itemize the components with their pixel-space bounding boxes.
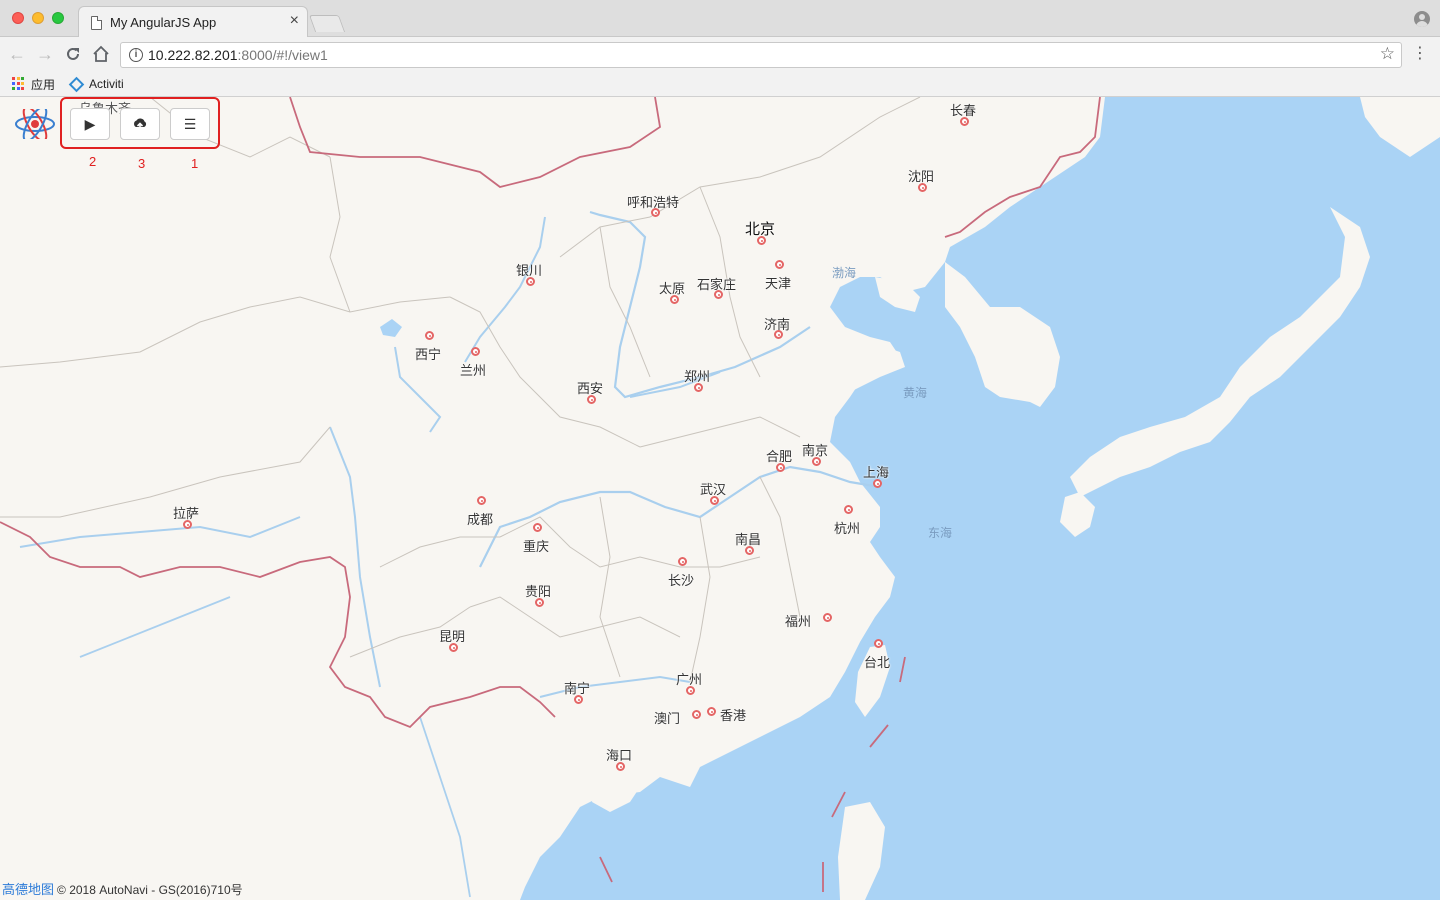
browser-tab[interactable]: My AngularJS App × xyxy=(78,6,308,38)
sea-label: 黄海 xyxy=(903,386,928,400)
city-dot-icon xyxy=(533,523,542,532)
city-dot-icon xyxy=(774,330,783,339)
city-dot-icon xyxy=(714,290,723,299)
city-label: 澳门 xyxy=(654,711,681,726)
city-dot-icon xyxy=(873,479,882,488)
city-dot-icon xyxy=(823,613,832,622)
city-label: 兰州 xyxy=(460,363,487,378)
new-tab-button[interactable] xyxy=(308,15,346,32)
city-dot-icon xyxy=(526,277,535,286)
map-view[interactable]: 渤海 黄海 东海 长春 沈阳 呼和浩特 北京 天津 石家庄 太原 银川 济南 西… xyxy=(0,97,1440,900)
profile-avatar-icon[interactable] xyxy=(1414,11,1430,27)
app-logo-icon xyxy=(15,109,55,139)
bookmark-activiti[interactable]: Activiti xyxy=(68,75,124,93)
forward-arrow-icon[interactable]: → xyxy=(34,43,56,65)
browser-titlebar: My AngularJS App × xyxy=(0,0,1440,38)
bookmark-label: 应用 xyxy=(31,77,56,92)
sea-label: 东海 xyxy=(928,526,953,540)
play-icon: ▶ xyxy=(84,116,96,132)
sea-label: 渤海 xyxy=(832,266,857,280)
city-dot-icon xyxy=(757,236,766,245)
menu-button[interactable]: ☰ xyxy=(170,108,210,140)
city-dot-icon xyxy=(425,331,434,340)
annotation-label: 2 xyxy=(89,154,97,169)
city-dot-icon xyxy=(471,347,480,356)
city-label: 天津 xyxy=(765,276,792,291)
site-info-icon[interactable]: i xyxy=(129,48,143,62)
city-dot-icon xyxy=(812,457,821,466)
city-dot-icon xyxy=(183,520,192,529)
city-dot-icon xyxy=(776,463,785,472)
amap-logo: 高德地图 xyxy=(2,882,55,897)
city-dot-icon xyxy=(694,383,703,392)
city-dot-icon xyxy=(670,295,679,304)
reload-icon[interactable] xyxy=(62,43,84,65)
city-dot-icon xyxy=(707,707,716,716)
tab-title: My AngularJS App xyxy=(110,15,217,30)
bookmark-star-icon[interactable]: ☆ xyxy=(1380,44,1395,64)
city-dot-icon xyxy=(574,695,583,704)
window-minimize-button[interactable] xyxy=(32,12,44,24)
browser-menu-icon[interactable]: ⋮ xyxy=(1412,43,1428,63)
browser-toolbar: ← → i 10.222.82.201:8000/#!/view1 ☆ ⋮ xyxy=(0,37,1440,72)
city-dot-icon xyxy=(960,117,969,126)
url-text: 10.222.82.201:8000/#!/view1 xyxy=(148,47,328,63)
annotation-label: 3 xyxy=(138,156,146,171)
city-dot-icon xyxy=(587,395,596,404)
city-label: 香港 xyxy=(720,708,747,723)
city-label: 成都 xyxy=(467,512,494,527)
city-dot-icon xyxy=(535,598,544,607)
city-label: 长沙 xyxy=(668,573,695,588)
city-dot-icon xyxy=(477,496,486,505)
activiti-diamond-icon xyxy=(68,76,85,92)
play-button[interactable]: ▶ xyxy=(70,108,110,140)
city-label: 太原 xyxy=(659,281,686,296)
city-label: 杭州 xyxy=(834,521,861,536)
bookmarks-bar: 应用 Activiti xyxy=(0,72,1440,97)
bookmark-apps[interactable]: 应用 xyxy=(12,75,55,93)
address-bar[interactable]: i 10.222.82.201:8000/#!/view1 ☆ xyxy=(120,42,1402,68)
city-dot-icon xyxy=(616,762,625,771)
city-dot-icon xyxy=(449,643,458,652)
city-dot-icon xyxy=(710,496,719,505)
tab-close-icon[interactable]: × xyxy=(290,13,299,29)
city-dot-icon xyxy=(918,183,927,192)
hamburger-menu-icon: ☰ xyxy=(183,116,197,132)
home-icon[interactable] xyxy=(90,43,112,65)
city-label: 西宁 xyxy=(415,347,442,362)
city-label: 福州 xyxy=(785,614,812,629)
city-dot-icon xyxy=(651,208,660,217)
document-icon xyxy=(91,16,102,30)
cloud-upload-icon xyxy=(134,118,147,130)
city-dot-icon xyxy=(678,557,687,566)
bookmark-label: Activiti xyxy=(89,77,124,91)
city-label: 重庆 xyxy=(523,539,550,554)
back-arrow-icon[interactable]: ← xyxy=(6,43,28,65)
map-base-layer xyxy=(0,97,1440,900)
window-maximize-button[interactable] xyxy=(52,12,64,24)
map-attribution: 高德地图 © 2018 AutoNavi - GS(2016)710号 xyxy=(2,879,243,898)
controls-highlight-box: ▶ ☰ xyxy=(60,97,220,149)
city-dot-icon xyxy=(686,686,695,695)
apps-grid-icon xyxy=(12,77,26,91)
attribution-text: © 2018 AutoNavi - GS(2016)710号 xyxy=(57,883,243,897)
city-label: 台北 xyxy=(864,655,891,670)
city-dot-icon xyxy=(874,639,883,648)
upload-button[interactable] xyxy=(120,108,160,140)
city-dot-icon xyxy=(692,710,701,719)
city-dot-icon xyxy=(745,546,754,555)
window-close-button[interactable] xyxy=(12,12,24,24)
city-dot-icon xyxy=(775,260,784,269)
city-dot-icon xyxy=(844,505,853,514)
annotation-label: 1 xyxy=(191,156,199,171)
